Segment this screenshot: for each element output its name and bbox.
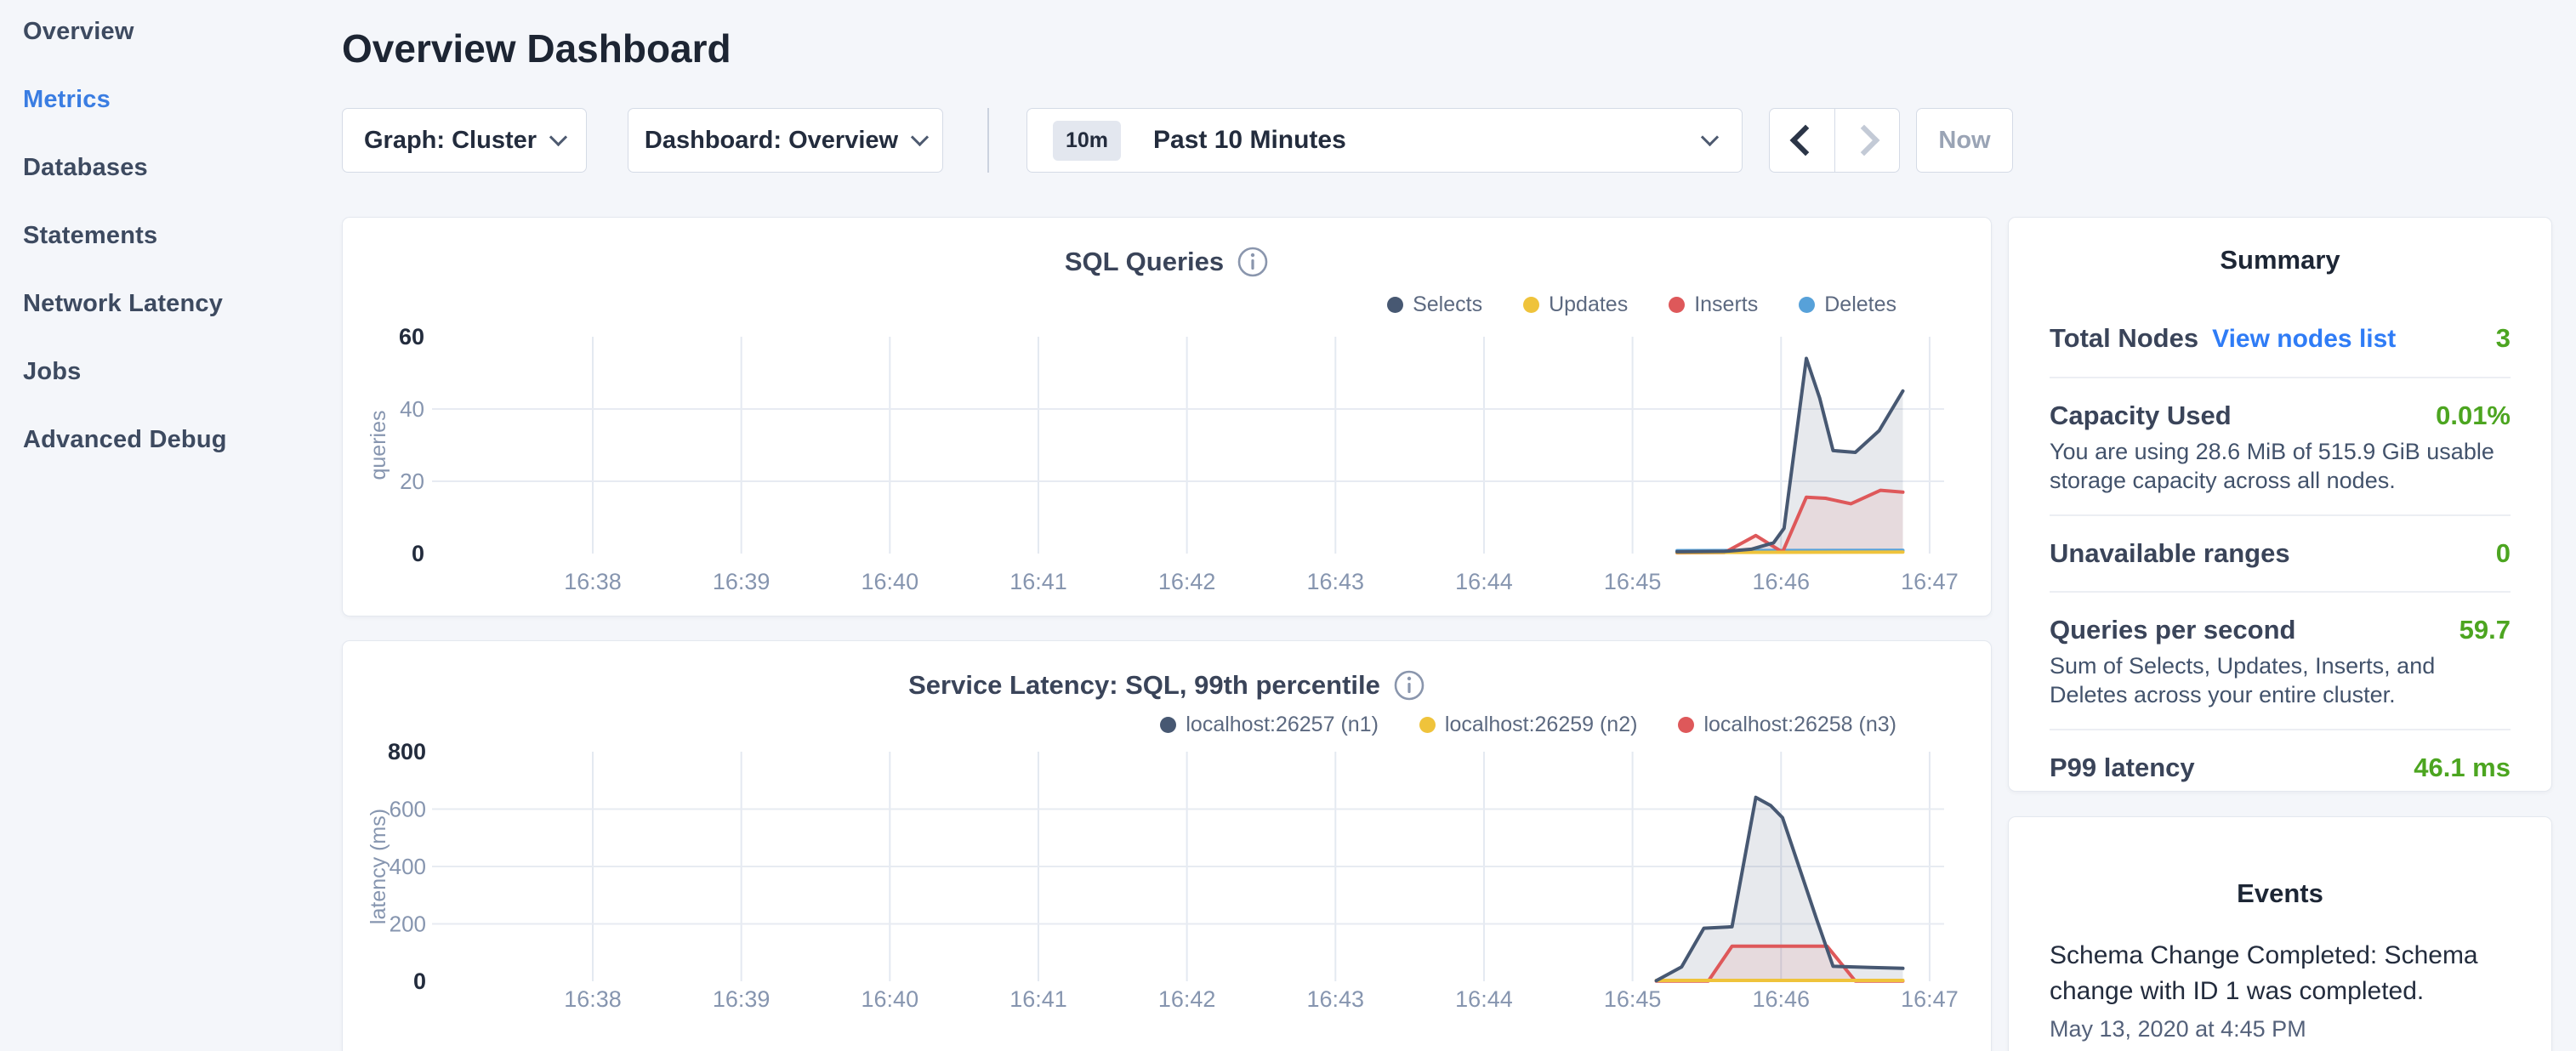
summary-row-head: Total Nodes View nodes list 3 xyxy=(2050,321,2511,357)
y-tick-label: 800 xyxy=(388,739,426,764)
time-range-badge: 10m xyxy=(1053,121,1121,161)
sidebar-item-overview[interactable]: Overview xyxy=(0,0,323,65)
summary-row-subtext: You are using 28.6 MiB of 515.9 GiB usab… xyxy=(2050,437,2511,495)
sidebar-item-network-latency[interactable]: Network Latency xyxy=(0,270,323,338)
chevron-down-icon xyxy=(1701,128,1719,145)
event-timestamp: May 13, 2020 at 4:45 PM xyxy=(2050,1016,2511,1042)
time-back-button[interactable] xyxy=(1770,109,1834,172)
y-axis-title: latency (ms) xyxy=(367,809,390,924)
service-latency-chart-card: Service Latency: SQL, 99th percentile lo… xyxy=(342,640,1992,1051)
x-tick-label: 16:42 xyxy=(1158,569,1216,594)
time-forward-button[interactable] xyxy=(1834,109,1899,172)
x-tick-label: 16:46 xyxy=(1752,569,1810,594)
page-title: Overview Dashboard xyxy=(342,26,731,71)
dashboard-dropdown-label: Dashboard: Overview xyxy=(645,127,898,155)
sidebar-item-jobs[interactable]: Jobs xyxy=(0,338,323,406)
x-tick-label: 16:42 xyxy=(1158,986,1216,1012)
y-tick-label: 60 xyxy=(399,324,424,349)
event-text: Schema Change Completed: Schema change w… xyxy=(2050,938,2511,1009)
summary-row-value: 0.01% xyxy=(2436,398,2511,434)
x-tick-label: 16:43 xyxy=(1307,569,1365,594)
chevron-down-icon xyxy=(911,128,929,145)
event-item[interactable]: Schema Change Completed: Schema change w… xyxy=(2050,938,2511,1042)
now-button[interactable]: Now xyxy=(1916,108,2013,173)
summary-row-head: Unavailable ranges 0 xyxy=(2050,536,2511,571)
time-step-buttons xyxy=(1769,108,1900,173)
x-tick-label: 16:38 xyxy=(564,569,622,594)
x-tick-label: 16:43 xyxy=(1307,986,1365,1012)
summary-row-head: P99 latency 46.1 ms xyxy=(2050,750,2511,786)
x-tick-label: 16:39 xyxy=(713,569,771,594)
y-tick-label: 0 xyxy=(413,969,426,994)
sidebar-item-statements[interactable]: Statements xyxy=(0,202,323,270)
summary-panel: Summary Total Nodes View nodes list 3 Capac… xyxy=(2008,217,2552,792)
x-tick-label: 16:38 xyxy=(564,986,622,1012)
summary-row: Total Nodes View nodes list 3 xyxy=(2050,301,2511,377)
y-tick-label: 200 xyxy=(390,912,426,937)
x-tick-label: 16:40 xyxy=(862,986,919,1012)
y-tick-label: 400 xyxy=(390,854,426,879)
summary-row-value: 46.1 ms xyxy=(2414,750,2511,786)
graph-dropdown-label: Graph: Cluster xyxy=(364,127,537,155)
summary-row-subtext: Sum of Selects, Updates, Inserts, and De… xyxy=(2050,651,2511,709)
x-tick-label: 16:47 xyxy=(1901,569,1959,594)
summary-row-value: 0 xyxy=(2496,536,2511,571)
time-range-selector[interactable]: 10m Past 10 Minutes xyxy=(1026,108,1743,173)
x-tick-label: 16:46 xyxy=(1752,986,1810,1012)
summary-rows: Total Nodes View nodes list 3 Capacity Used… xyxy=(2050,301,2511,805)
overview-dashboard-page: OverviewMetricsDatabasesStatementsNetwor… xyxy=(0,0,2576,1051)
chart-canvas[interactable]: 16:38 16:39 16:40 16:41 16:42 16:43 16:44 16:45… xyxy=(343,641,1991,1051)
graph-dropdown[interactable]: Graph: Cluster xyxy=(342,108,587,173)
sidebar-item-advanced-debug[interactable]: Advanced Debug xyxy=(0,406,323,474)
summary-title: Summary xyxy=(2009,245,2551,276)
sidebar-item-metrics[interactable]: Metrics xyxy=(0,65,323,134)
y-tick-label: 600 xyxy=(390,797,426,822)
summary-row: Unavailable ranges 0 xyxy=(2050,514,2511,591)
dashboard-dropdown[interactable]: Dashboard: Overview xyxy=(628,108,943,173)
x-tick-label: 16:47 xyxy=(1901,986,1959,1012)
summary-row-label: Unavailable ranges xyxy=(2050,536,2290,571)
events-panel: Events Schema Change Completed: Schema c… xyxy=(2008,816,2552,1051)
summary-row-value: 59.7 xyxy=(2459,612,2511,648)
summary-row-label: Total Nodes xyxy=(2050,321,2198,356)
summary-row-head: Queries per second 59.7 xyxy=(2050,612,2511,648)
x-tick-label: 16:44 xyxy=(1455,569,1513,594)
x-tick-label: 16:45 xyxy=(1604,569,1662,594)
summary-row-head: Capacity Used 0.01% xyxy=(2050,398,2511,434)
y-tick-label: 20 xyxy=(400,469,424,494)
y-tick-label: 40 xyxy=(400,396,424,422)
sidebar-nav-list: OverviewMetricsDatabasesStatementsNetwor… xyxy=(0,0,323,474)
summary-row-label: P99 latency xyxy=(2050,750,2195,786)
summary-row-value: 3 xyxy=(2496,321,2511,356)
summary-row-label: Capacity Used xyxy=(2050,398,2232,434)
x-tick-label: 16:44 xyxy=(1455,986,1513,1012)
view-nodes-list-link[interactable]: View nodes list xyxy=(2212,321,2396,357)
toolbar-divider xyxy=(987,108,989,173)
y-axis-title: queries xyxy=(367,411,390,480)
x-tick-label: 16:39 xyxy=(713,986,771,1012)
summary-row: P99 latency 46.1 ms xyxy=(2050,729,2511,805)
x-tick-label: 16:45 xyxy=(1604,986,1662,1012)
chevron-down-icon xyxy=(549,128,567,145)
chevron-right-icon xyxy=(1848,125,1879,156)
sql-queries-chart-card: SQL Queries SelectsUpdatesInsertsDeletes… xyxy=(342,217,1992,616)
summary-row: Capacity Used 0.01%You are using 28.6 MiB… xyxy=(2050,377,2511,514)
y-tick-label: 0 xyxy=(412,541,424,566)
chart-canvas[interactable]: 16:38 16:39 16:40 16:41 16:42 16:43 16:44 16:45… xyxy=(343,218,1991,616)
chevron-left-icon xyxy=(1790,125,1822,156)
summary-row: Queries per second 59.7Sum of Selects, Up… xyxy=(2050,591,2511,729)
time-range-label: Past 10 Minutes xyxy=(1153,126,1703,155)
x-tick-label: 16:40 xyxy=(862,569,919,594)
summary-row-label: Queries per second xyxy=(2050,612,2295,648)
sidebar: OverviewMetricsDatabasesStatementsNetwor… xyxy=(0,0,323,1051)
toolbar: Graph: Cluster Dashboard: Overview 10m P… xyxy=(342,108,2013,173)
sidebar-item-databases[interactable]: Databases xyxy=(0,134,323,202)
x-tick-label: 16:41 xyxy=(1009,986,1067,1012)
events-title: Events xyxy=(2009,878,2551,909)
events-list: Schema Change Completed: Schema change w… xyxy=(2009,938,2551,1042)
x-tick-label: 16:41 xyxy=(1009,569,1067,594)
